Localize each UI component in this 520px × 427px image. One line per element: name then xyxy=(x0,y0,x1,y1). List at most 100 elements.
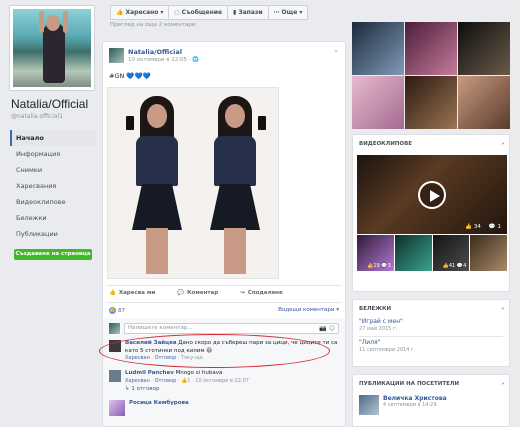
liked-button[interactable]: 👍 Харесано ▾ xyxy=(110,5,170,20)
comment-author[interactable]: Ludmil Panchev xyxy=(125,370,174,376)
annotation-oval xyxy=(99,334,330,368)
comment-avatar[interactable] xyxy=(109,400,125,416)
save-label: Запази xyxy=(238,9,263,16)
comment-reply-link[interactable]: Отговор xyxy=(155,378,177,384)
replies-link[interactable]: ↳ 1 отговор xyxy=(125,386,160,392)
comment-text: Mnogo si hubava xyxy=(175,370,223,376)
comment-item: Ludmil Panchev Mnogo si hubava Харесван … xyxy=(109,370,339,385)
like-action[interactable]: 👍 Харесва ми xyxy=(109,290,155,296)
visitor-post[interactable]: Величка Христова 4 септември в 14:29 xyxy=(353,391,509,419)
video-comments-count: 1 xyxy=(497,224,502,230)
chevron-right-icon: › xyxy=(501,381,504,387)
videos-card-title[interactable]: ВИДЕОКЛИПОВЕ › xyxy=(353,135,509,151)
left-column: Natalia/Official @natalia.official1 Нача… xyxy=(0,0,98,427)
camera-smiley-icons[interactable]: 📷 ☺ xyxy=(319,324,338,333)
visitor-post-photo[interactable] xyxy=(359,395,379,415)
video-thumb[interactable] xyxy=(470,235,507,271)
page-handle: @natalia.official1 xyxy=(11,113,64,120)
comment-like-link[interactable]: Харесван xyxy=(125,378,150,384)
photo-tile[interactable] xyxy=(405,22,457,75)
top-comments-selector[interactable]: Водещи коментари ▾ xyxy=(278,307,339,314)
photo-tile[interactable] xyxy=(458,22,510,75)
comment-placeholder: Напишете коментар... xyxy=(128,325,193,331)
nav-item-videos[interactable]: Видеоклипове xyxy=(10,194,96,210)
nav-item-likes[interactable]: Харесвания xyxy=(10,178,96,194)
visitor-name[interactable]: Величка Христова xyxy=(383,395,447,402)
figure-face xyxy=(225,104,245,128)
photo-tile[interactable] xyxy=(352,22,404,75)
nav-item-photos[interactable]: Снимки xyxy=(10,162,96,178)
likes-summary[interactable]: 👍 87 xyxy=(109,307,125,314)
visitor-posts-card-title[interactable]: ПУБЛИКАЦИИ НА ПОСЕТИТЕЛИ › xyxy=(353,375,509,391)
bookmark-icon: ▮ xyxy=(233,9,237,16)
note-title[interactable]: "Играй с мен" xyxy=(359,318,503,325)
comment-time[interactable]: 10 октомври в 22:07 xyxy=(195,378,249,384)
facebook-page: Natalia/Official @natalia.official1 Нача… xyxy=(0,0,520,427)
reply-arrow-icon: ↳ xyxy=(125,386,130,392)
page-name[interactable]: Natalia/Official xyxy=(11,97,88,111)
replies-label: 1 отговор xyxy=(131,386,160,392)
profile-arm-left xyxy=(39,11,44,33)
post-options-chevron-icon[interactable]: ⌄ xyxy=(333,46,339,54)
video-thumb-stats: 👍19 💬3 xyxy=(367,263,391,269)
comment-author[interactable]: Росица Кембурова xyxy=(129,400,189,406)
previous-comments-link[interactable]: Преглед на още 2 коментари xyxy=(110,22,195,28)
note-date: 11 септември 2014 г. xyxy=(359,347,416,353)
videos-card: ВИДЕОКЛИПОВЕ › 👍 34 💬 1 👍19 💬3 👍41 💬4 xyxy=(352,134,510,292)
photo-tile[interactable] xyxy=(405,76,457,129)
comment-item: Росица Кембурова xyxy=(109,400,339,416)
notes-card: БЕЛЕЖКИ › "Играй с мен" 27 май 2015 г. "… xyxy=(352,299,510,367)
nav-item-home[interactable]: Начало xyxy=(10,130,96,146)
thumb-comments: 3 xyxy=(387,263,391,269)
video-comments: 💬 1 xyxy=(488,224,502,230)
chevron-right-icon: › xyxy=(501,141,504,147)
figure-legs xyxy=(224,228,246,274)
video-likes-count: 34 xyxy=(473,224,481,230)
profile-picture[interactable] xyxy=(10,6,94,90)
post-author-avatar[interactable] xyxy=(109,48,124,63)
photo-tile[interactable] xyxy=(352,76,404,129)
video-thumb[interactable]: 👍41 💬4 xyxy=(432,235,470,271)
chevron-down-icon: ▾ xyxy=(160,9,164,16)
message-button[interactable]: ◌ Съобщение xyxy=(169,5,229,20)
likes-count: 87 xyxy=(118,308,125,314)
share-action[interactable]: ↪ Споделяне xyxy=(240,290,283,296)
note-title[interactable]: "Лиля" xyxy=(359,339,503,346)
video-thumb-stats: 👍41 💬4 xyxy=(442,263,467,269)
comment-action[interactable]: 💬 Коментар xyxy=(177,290,218,296)
page-action-bar: 👍 Харесано ▾ ◌ Съобщение ▮ Запази ⋯ Още … xyxy=(110,5,309,20)
like-action-label: Харесва ми xyxy=(118,290,156,296)
commenter-avatar xyxy=(109,323,120,334)
photo-tile[interactable] xyxy=(458,76,510,129)
chevron-right-icon: › xyxy=(501,306,504,312)
post-author[interactable]: Natalia/Official xyxy=(128,48,182,56)
write-comment-row: Напишете коментар... 📷 ☺ xyxy=(109,322,339,335)
video-thumb[interactable]: 👍19 💬3 xyxy=(357,235,394,271)
post-photo[interactable] xyxy=(107,87,279,279)
comment-avatar[interactable] xyxy=(109,370,121,382)
nav-item-posts[interactable]: Публикации xyxy=(10,226,96,242)
notes-title: БЕЛЕЖКИ xyxy=(359,306,392,312)
note-item[interactable]: "Лиля" 11 септември 2014 г. xyxy=(353,337,509,357)
share-icon: ↪ xyxy=(240,290,245,296)
post-text: #GN 💙💙💙 xyxy=(109,72,151,80)
visitor-post-info: Величка Христова 4 септември в 14:29 xyxy=(383,395,447,415)
thumb-comments: 4 xyxy=(463,263,467,269)
likes-row: 👍 87 Водещи коментари ▾ xyxy=(109,307,339,314)
save-button[interactable]: ▮ Запази xyxy=(228,5,269,20)
caret-down-icon: ▾ xyxy=(336,307,339,313)
post-timestamp[interactable]: 10 октомври в 22:05 · 🌐 xyxy=(128,57,199,63)
play-icon[interactable] xyxy=(418,181,446,209)
create-page-button[interactable]: Създаване на страница xyxy=(14,249,92,260)
nav-item-notes[interactable]: Бележки xyxy=(10,210,96,226)
featured-video[interactable]: 👍 34 💬 1 xyxy=(357,155,507,234)
nav-item-info[interactable]: Информация xyxy=(10,146,96,162)
more-button[interactable]: ⋯ Още ▾ xyxy=(268,5,309,20)
figure-shirt xyxy=(214,136,256,186)
divider xyxy=(107,285,341,286)
comment-input[interactable]: Напишете коментар... 📷 ☺ xyxy=(124,323,339,334)
notes-card-title[interactable]: БЕЛЕЖКИ › xyxy=(353,300,509,316)
top-comments-label: Водещи коментари xyxy=(278,307,335,313)
video-thumb[interactable] xyxy=(394,235,432,271)
note-item[interactable]: "Играй с мен" 27 май 2015 г. xyxy=(353,316,509,336)
